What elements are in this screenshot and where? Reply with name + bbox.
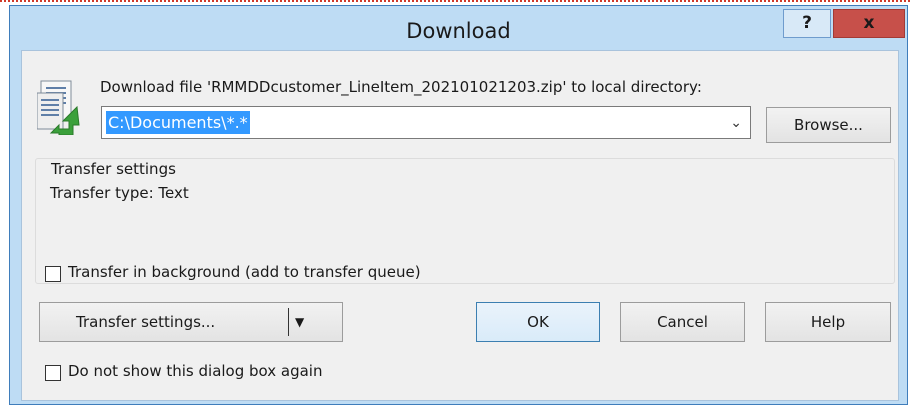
transfer-settings-title: Transfer settings [51,160,176,178]
transfer-background-label[interactable]: Transfer in background (add to transfer … [68,263,421,281]
download-file-icon [37,80,80,135]
local-directory-combo[interactable]: C:\Documents\*.* ⌄ [101,106,751,139]
dont-show-again-checkbox[interactable] [45,365,61,381]
ok-button[interactable]: OK [476,302,600,342]
split-divider [288,308,289,336]
download-prompt: Download file 'RMMDDcustomer_LineItem_20… [100,78,702,96]
dont-show-again-label[interactable]: Do not show this dialog box again [68,362,322,380]
screen-edge-dots [0,0,911,4]
dropdown-arrow-icon[interactable]: ▼ [295,303,304,341]
dialog-body: Download file 'RMMDDcustomer_LineItem_20… [21,50,899,401]
cancel-button[interactable]: Cancel [620,302,745,342]
transfer-settings-split-button[interactable]: Transfer settings... ▼ [39,302,343,342]
browse-button[interactable]: Browse... [766,107,891,143]
dialog-title: Download [406,19,511,43]
help-button[interactable]: Help [765,302,891,342]
transfer-type-text: Transfer type: Text [50,184,189,202]
transfer-background-checkbox[interactable] [45,266,61,282]
download-dialog: Download ? x Download file 'RMMDDcustome… [9,5,908,405]
chevron-down-icon[interactable]: ⌄ [730,113,742,133]
local-directory-value[interactable]: C:\Documents\*.* [106,111,250,134]
transfer-settings-button-label[interactable]: Transfer settings... [76,303,215,341]
title-close-button[interactable]: x [833,9,905,38]
title-help-button[interactable]: ? [783,9,831,38]
